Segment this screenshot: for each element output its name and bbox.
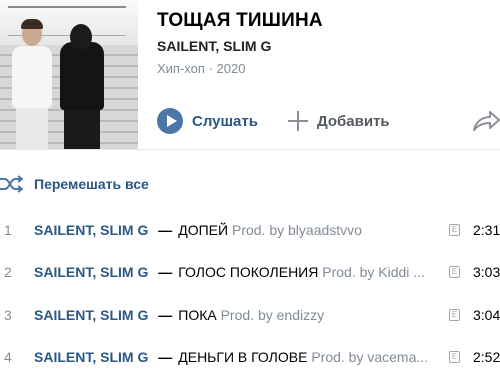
album-cover[interactable] [0,0,138,150]
artist-comma: , [92,349,97,365]
header-divider [0,149,500,150]
track-title: ДЕНЬГИ В ГОЛОВЕ [178,349,308,365]
title-dash: — [158,349,173,365]
track-producer: Prod. by Kiddi ... [322,264,425,280]
track-artist[interactable]: SAILENT [34,222,92,238]
track-number: 3 [4,307,12,323]
track-producer: Prod. by vacema... [311,349,429,365]
track-line: SAILENT, SLIM G — ДОПЕЙ Prod. by blyaadst… [34,222,434,238]
track-duration: 2:52 [473,349,500,365]
track-duration: 3:03 [473,264,500,280]
track-title: ДОПЕЙ [178,222,229,238]
track-producer: Prod. by blyaadstvvo [231,222,362,238]
title-dash: — [158,222,173,238]
title-dash: — [158,307,173,323]
album-genre[interactable]: Хип-хоп [157,61,205,76]
shuffle-label: Перемешать все [34,176,149,192]
album-title: ТОЩАЯ ТИШИНА [157,10,323,31]
track-duration: 3:04 [473,307,500,323]
cover-figure-left [12,46,52,108]
album-year: 2020 [216,61,246,76]
artist-comma: , [92,264,97,280]
play-icon [157,108,183,134]
plus-icon [288,111,308,131]
add-button[interactable]: Добавить [288,107,390,135]
track-row[interactable]: 1 SAILENT, SLIM G — ДОПЕЙ Prod. by blyaad… [0,218,500,242]
track-title: ГОЛОС ПОКОЛЕНИЯ [178,264,319,280]
track-number: 2 [4,264,12,280]
artist-comma: , [92,307,97,323]
track-duration: 2:31 [473,222,500,238]
meta-separator: · [208,61,213,76]
explicit-icon: E [449,224,460,236]
shuffle-icon [0,175,23,193]
track-artist[interactable]: SAILENT [34,349,92,365]
track-row[interactable]: 4 SAILENT, SLIM G — ДЕНЬГИ В ГОЛОВЕ Prod.… [0,345,500,369]
cover-figure-right-legs [64,108,100,150]
track-number: 4 [4,349,12,365]
cover-figure-left-hair [21,19,43,29]
track-producer: Prod. by endizzy [220,307,325,323]
share-icon[interactable] [472,110,500,132]
track-artist[interactable]: SLIM G [100,264,148,280]
listen-label: Слушать [192,112,258,130]
add-label: Добавить [317,112,390,130]
shuffle-all-button[interactable]: Перемешать все [0,172,149,196]
track-artist[interactable]: SLIM G [100,349,148,365]
cover-figure-right-head [70,24,92,50]
listen-button[interactable]: Слушать [157,107,258,135]
explicit-icon: E [449,309,460,321]
track-artist[interactable]: SLIM G [100,222,148,238]
track-line: SAILENT, SLIM G — ГОЛОС ПОКОЛЕНИЯ Prod. b… [34,264,434,280]
track-title: ПОКА [178,307,217,323]
track-artist[interactable]: SLIM G [100,307,148,323]
track-line: SAILENT, SLIM G — ПОКА Prod. by endizzy [34,307,434,323]
explicit-icon: E [449,351,460,363]
track-row[interactable]: 2 SAILENT, SLIM G — ГОЛОС ПОКОЛЕНИЯ Prod.… [0,260,500,284]
track-artist[interactable]: SAILENT [34,307,92,323]
track-artist[interactable]: SAILENT [34,264,92,280]
cover-figure-left-legs [16,106,48,150]
album-artists[interactable]: SAILENT, SLIM G [157,38,271,54]
track-row[interactable]: 3 SAILENT, SLIM G — ПОКА Prod. by endizzy… [0,303,500,327]
title-dash: — [158,264,173,280]
album-meta: Хип-хоп · 2020 [157,61,245,76]
track-number: 1 [4,222,12,238]
track-line: SAILENT, SLIM G — ДЕНЬГИ В ГОЛОВЕ Prod. b… [34,349,434,365]
artist-comma: , [92,222,97,238]
cover-figure-right [60,42,104,110]
explicit-icon: E [449,266,460,278]
